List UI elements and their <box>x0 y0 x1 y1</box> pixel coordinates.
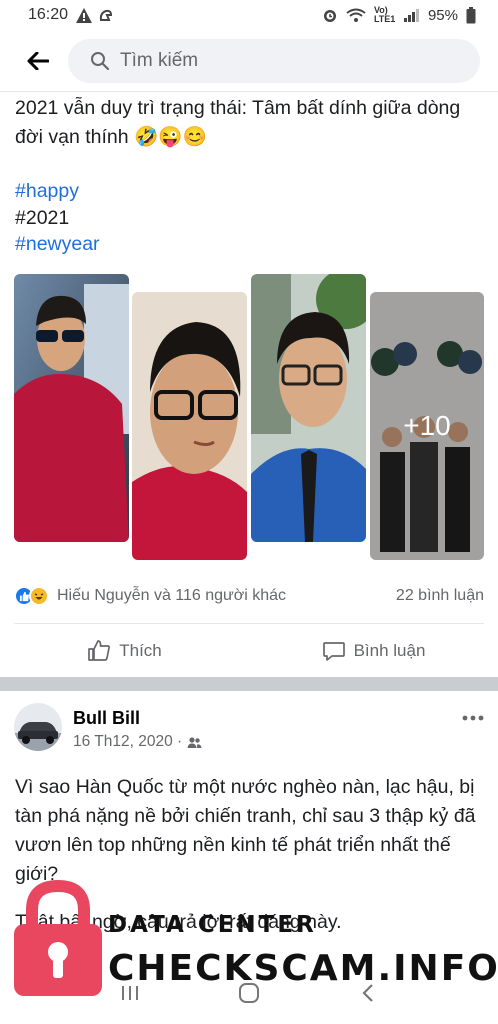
divider <box>14 623 484 624</box>
post-text-line: #2021 <box>15 206 70 229</box>
lock-icon <box>14 880 102 996</box>
post-options-button[interactable] <box>462 701 484 727</box>
search-input[interactable] <box>120 49 380 72</box>
status-time: 16:20 <box>28 6 69 23</box>
avatar[interactable] <box>14 703 62 751</box>
comments-count[interactable]: 22 bình luận <box>396 587 484 605</box>
thumbs-up-icon <box>88 640 111 661</box>
friends-icon <box>187 736 202 748</box>
status-bar: 16:20 Vo) LTE1 95% <box>0 0 498 30</box>
post-photo[interactable] <box>132 292 247 560</box>
watermark-line-2: CHECKSCAM.INFO <box>108 948 498 989</box>
post-hashtags: #happy #2021 #newyear <box>15 178 100 258</box>
more-photos-count[interactable]: +10 <box>370 292 484 560</box>
reactions-summary[interactable]: Hiếu Nguyễn và 116 người khác 22 bình lu… <box>14 583 484 609</box>
more-horizontal-icon <box>462 715 484 721</box>
search-bar[interactable] <box>68 38 480 83</box>
feed-separator <box>0 677 498 691</box>
comment-icon <box>322 642 345 661</box>
author-name[interactable]: Bull Bill <box>73 708 202 729</box>
author-info: Bull Bill 16 Th12, 2020 · <box>73 703 202 751</box>
post-photo[interactable]: +10 <box>370 292 484 560</box>
battery-percent: 95% <box>427 6 458 24</box>
search-icon <box>91 51 110 70</box>
haha-reaction-icon <box>29 586 49 606</box>
signal-icon <box>403 9 419 22</box>
warning-icon <box>76 7 93 23</box>
arrow-left-icon <box>27 51 49 70</box>
battery-icon <box>466 6 476 23</box>
post-photo[interactable] <box>14 274 129 542</box>
watermark-line-1: DATA CENTER <box>108 912 317 938</box>
hashtag-link[interactable]: #happy <box>15 178 100 205</box>
back-button[interactable] <box>18 41 58 81</box>
reactions-text: Hiếu Nguyễn và 116 người khác <box>57 587 287 604</box>
post-header: Bull Bill 16 Th12, 2020 · <box>14 703 484 759</box>
like-button[interactable]: Thích <box>0 628 249 674</box>
photo-grid: +10 <box>14 272 484 562</box>
post-actions: Thích Bình luận <box>0 628 498 674</box>
comment-button[interactable]: Bình luận <box>249 628 498 674</box>
network-label: Vo) LTE1 <box>373 5 396 24</box>
hashtag-link[interactable]: #newyear <box>15 231 100 258</box>
watermark: DATA CENTER CHECKSCAM.INFO <box>0 872 498 996</box>
post-date[interactable]: 16 Th12, 2020 · <box>73 733 182 751</box>
reaction-icons <box>14 586 49 606</box>
like-label: Thích <box>119 641 162 660</box>
system-status: Vo) LTE1 95% <box>322 6 476 24</box>
wifi-icon <box>346 8 366 22</box>
alarm-icon <box>323 10 336 22</box>
top-bar <box>0 30 498 92</box>
app-notification-icon <box>99 9 113 21</box>
post-photo[interactable] <box>251 274 366 542</box>
notification-icons <box>76 7 114 23</box>
comment-label: Bình luận <box>353 641 426 660</box>
post-meta: 16 Th12, 2020 · <box>73 733 202 751</box>
post-text: 2021 vẫn duy trì trạng thái: Tâm bất dín… <box>15 97 461 148</box>
